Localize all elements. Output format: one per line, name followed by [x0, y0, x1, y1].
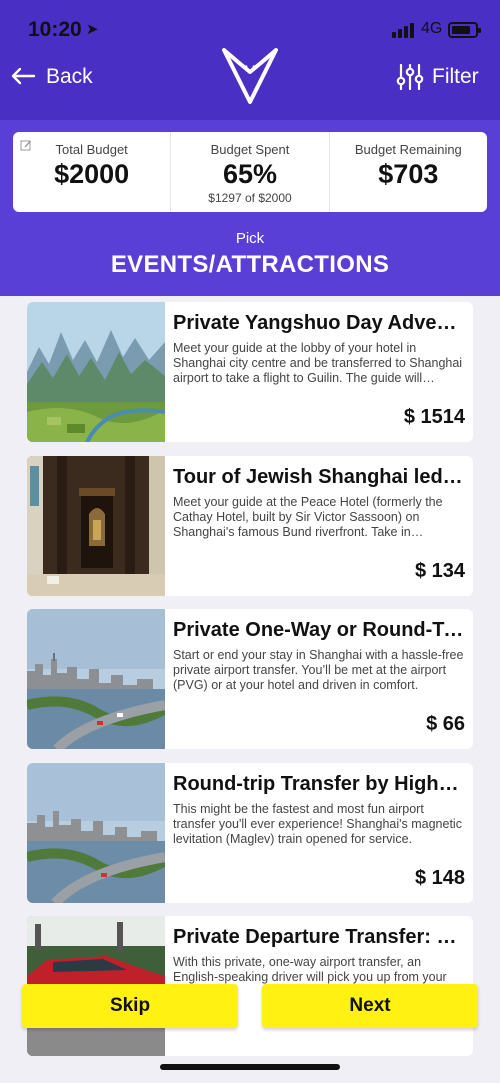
budget-summary: Total Budget $2000 Budget Spent 65% $129… [13, 132, 487, 212]
battery-icon [448, 22, 481, 38]
budget-spent-sub: $1297 of $2000 [208, 191, 292, 205]
total-budget-label: Total Budget [55, 142, 128, 157]
section-title: EVENTS/ATTRACTIONS [110, 251, 390, 278]
item-description: Start or end your stay in Shanghai with … [173, 648, 464, 692]
status-time: 10:20 [28, 18, 82, 41]
item-title: Private One-Way or Round-Trip Airport Tr… [173, 619, 465, 641]
back-label: Back [46, 65, 93, 88]
total-budget[interactable]: Total Budget $2000 [13, 132, 172, 212]
signal-icon [392, 22, 418, 38]
item-description: Meet your guide at the lobby of your hot… [173, 341, 463, 385]
item-title: Private Yangshuo Day Adventure from Shan… [173, 312, 465, 334]
item-description: This might be the fastest and most fun a… [173, 802, 462, 846]
item-price: $ 1514 [403, 406, 465, 428]
list-item[interactable]: Private One-Way or Round-Trip Airport Tr… [27, 609, 473, 749]
pick-label: Pick [235, 230, 265, 247]
back-arrow-icon [10, 64, 36, 90]
network-label: 4G [421, 20, 443, 37]
list-item[interactable]: Tour of Jewish Shanghai led by a local g… [27, 456, 473, 596]
budget-remaining: Budget Remaining $703 [330, 132, 487, 212]
item-price: $ 148 [414, 867, 465, 889]
budget-remaining-value: $703 [378, 159, 439, 189]
edit-icon[interactable] [20, 139, 32, 151]
back-button[interactable]: Back [10, 62, 93, 92]
budget-spent: Budget Spent 65% $1297 of $2000 [171, 132, 330, 212]
item-description: Meet your guide at the Peace Hotel (form… [173, 495, 443, 539]
home-indicator[interactable] [160, 1064, 340, 1070]
filter-label: Filter [432, 65, 479, 88]
bund-skyline-image [27, 763, 165, 903]
budget-remaining-label: Budget Remaining [354, 142, 462, 157]
next-button[interactable]: Next [262, 984, 478, 1028]
item-title: Round-trip Transfer by High-speed Maglev… [173, 773, 465, 795]
total-budget-value: $2000 [54, 159, 130, 189]
karst-landscape-image [27, 302, 165, 442]
bund-skyline-image [27, 609, 165, 749]
item-price: $ 134 [414, 560, 465, 582]
budget-spent-value: 65% [222, 159, 278, 189]
skip-button[interactable]: Skip [22, 984, 238, 1028]
location-arrow-icon: ➤ [86, 21, 99, 38]
synagogue-interior-image [27, 456, 165, 596]
item-title: Private Departure Transfer: Hotel to Air… [173, 926, 465, 948]
filter-sliders-icon [396, 63, 424, 91]
item-price: $ 66 [426, 713, 465, 735]
budget-spent-label: Budget Spent [210, 142, 290, 157]
app-logo-icon [222, 48, 278, 104]
list-item[interactable]: Round-trip Transfer by High-speed Maglev… [27, 763, 473, 903]
list-item[interactable]: Private Yangshuo Day Adventure from Shan… [27, 302, 473, 442]
item-title: Tour of Jewish Shanghai led by a local g… [173, 466, 465, 488]
filter-button[interactable]: Filter [396, 62, 479, 92]
